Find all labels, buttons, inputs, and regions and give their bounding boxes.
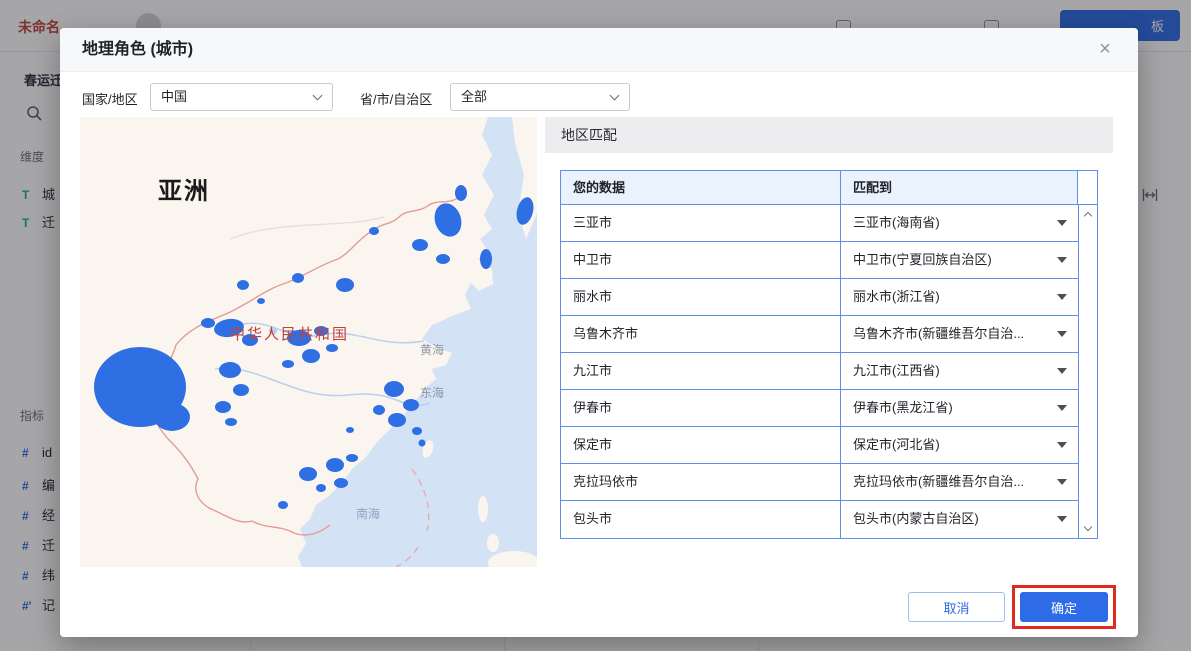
matched-cell-dropdown[interactable]: 九江市(江西省) — [841, 353, 1078, 389]
table-row: 伊春市 伊春市(黑龙江省) — [561, 390, 1078, 427]
geo-role-dialog: 地理角色 (城市) × 国家/地区 中国 省/市/自治区 全部 亚洲 中华人民共… — [60, 28, 1138, 637]
scroll-down-icon[interactable] — [1083, 522, 1093, 532]
table-row: 包头市 包头市(内蒙古自治区) — [561, 501, 1078, 538]
matched-cell-dropdown[interactable]: 包头市(内蒙古自治区) — [841, 501, 1078, 538]
table-row: 保定市 保定市(河北省) — [561, 427, 1078, 464]
table-scrollbar[interactable] — [1078, 205, 1097, 538]
table-row: 克拉玛依市 克拉玛依市(新疆维吾尔自治... — [561, 464, 1078, 501]
dropdown-caret-icon[interactable] — [1057, 368, 1067, 374]
sea-label-south-sea: 南海 — [356, 506, 380, 521]
source-cell: 丽水市 — [561, 279, 841, 315]
table-row: 九江市 九江市(江西省) — [561, 353, 1078, 390]
table-row: 丽水市 丽水市(浙江省) — [561, 279, 1078, 316]
source-cell: 中卫市 — [561, 242, 841, 278]
chevron-down-icon — [609, 90, 620, 101]
source-cell: 九江市 — [561, 353, 841, 389]
province-select-value: 全部 — [461, 89, 488, 104]
matched-cell-dropdown[interactable]: 保定市(河北省) — [841, 427, 1078, 463]
dropdown-caret-icon[interactable] — [1057, 331, 1067, 337]
header-spacer — [1078, 171, 1097, 204]
table-header-row: 您的数据 匹配到 — [561, 171, 1097, 205]
matched-value: 三亚市(海南省) — [853, 215, 940, 230]
cancel-button[interactable]: 取消 — [908, 592, 1005, 622]
continent-label: 亚洲 — [158, 178, 210, 205]
dropdown-caret-icon[interactable] — [1057, 294, 1067, 300]
source-cell: 克拉玛依市 — [561, 464, 841, 500]
dropdown-caret-icon[interactable] — [1057, 442, 1067, 448]
matched-cell-dropdown[interactable]: 乌鲁木齐市(新疆维吾尔自治... — [841, 316, 1078, 352]
dialog-title: 地理角色 (城市) — [82, 41, 194, 58]
column-header-source: 您的数据 — [561, 171, 841, 204]
scroll-up-icon[interactable] — [1083, 211, 1093, 221]
close-icon[interactable]: × — [1092, 37, 1118, 63]
country-select[interactable]: 中国 — [150, 83, 333, 111]
country-select-value: 中国 — [161, 89, 188, 104]
table-rows: 三亚市 三亚市(海南省) 中卫市 中卫市(宁夏回族自治区) 丽水市 丽水市(浙江… — [561, 205, 1078, 538]
dropdown-caret-icon[interactable] — [1057, 257, 1067, 263]
matched-value: 伊春市(黑龙江省) — [853, 400, 953, 415]
sea-label-yellow-sea: 黄海 — [420, 342, 444, 357]
matched-cell-dropdown[interactable]: 克拉玛依市(新疆维吾尔自治... — [841, 464, 1078, 500]
country-map-label: 中华人民共和国 — [230, 326, 349, 343]
province-select[interactable]: 全部 — [450, 83, 630, 111]
table-row: 中卫市 中卫市(宁夏回族自治区) — [561, 242, 1078, 279]
matched-value: 中卫市(宁夏回族自治区) — [853, 252, 992, 267]
source-cell: 三亚市 — [561, 205, 841, 241]
matched-value: 丽水市(浙江省) — [853, 289, 940, 304]
region-match-table: 您的数据 匹配到 三亚市 三亚市(海南省) 中卫市 中卫市(宁夏回族自治区) 丽… — [560, 170, 1098, 539]
province-label: 省/市/自治区 — [360, 92, 433, 107]
matched-value: 九江市(江西省) — [853, 363, 940, 378]
source-cell: 保定市 — [561, 427, 841, 463]
table-row: 乌鲁木齐市 乌鲁木齐市(新疆维吾尔自治... — [561, 316, 1078, 353]
map-svg: 亚洲 中华人民共和国 黄海 东海 南海 — [80, 117, 537, 567]
china-map: 亚洲 中华人民共和国 黄海 东海 南海 — [80, 117, 537, 567]
source-cell: 包头市 — [561, 501, 841, 538]
matched-cell-dropdown[interactable]: 三亚市(海南省) — [841, 205, 1078, 241]
table-row: 三亚市 三亚市(海南省) — [561, 205, 1078, 242]
matched-value: 克拉玛依市(新疆维吾尔自治... — [853, 474, 1025, 489]
matched-cell-dropdown[interactable]: 伊春市(黑龙江省) — [841, 390, 1078, 426]
matched-cell-dropdown[interactable]: 丽水市(浙江省) — [841, 279, 1078, 315]
dropdown-caret-icon[interactable] — [1057, 479, 1067, 485]
source-cell: 乌鲁木齐市 — [561, 316, 841, 352]
dialog-header: 地理角色 (城市) × — [60, 28, 1138, 72]
matched-cell-dropdown[interactable]: 中卫市(宁夏回族自治区) — [841, 242, 1078, 278]
matched-value: 包头市(内蒙古自治区) — [853, 511, 979, 526]
ok-button[interactable]: 确定 — [1020, 592, 1108, 622]
dropdown-caret-icon[interactable] — [1057, 220, 1067, 226]
sea-label-east-sea: 东海 — [420, 385, 444, 400]
dropdown-caret-icon[interactable] — [1057, 405, 1067, 411]
matched-value: 乌鲁木齐市(新疆维吾尔自治... — [853, 326, 1025, 341]
column-header-matched: 匹配到 — [841, 171, 1078, 204]
chevron-down-icon — [312, 90, 323, 101]
matched-value: 保定市(河北省) — [853, 437, 940, 452]
source-cell: 伊春市 — [561, 390, 841, 426]
dropdown-caret-icon[interactable] — [1057, 516, 1067, 522]
region-match-header: 地区匹配 — [545, 117, 1113, 153]
country-label: 国家/地区 — [82, 92, 138, 107]
